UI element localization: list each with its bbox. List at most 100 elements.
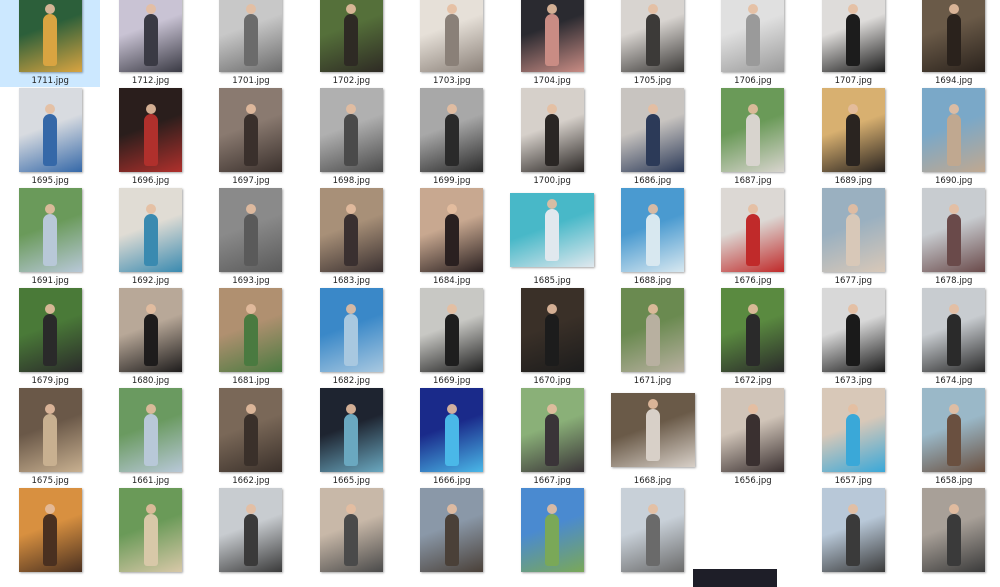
thumbnail-image [510, 193, 595, 267]
file-item[interactable]: 1678.jpg [904, 187, 1000, 287]
file-item[interactable]: 1672.jpg [703, 287, 803, 387]
file-item[interactable]: 1699.jpg [402, 87, 502, 187]
file-item[interactable]: 1711.jpg [0, 0, 101, 87]
figure-body [846, 514, 861, 566]
figure-head [245, 104, 256, 114]
file-item[interactable] [402, 487, 502, 587]
figure-body [344, 114, 359, 166]
thumbnail-image [721, 388, 785, 472]
file-item[interactable]: 1690.jpg [904, 87, 1000, 187]
file-item[interactable] [602, 487, 702, 587]
file-item[interactable]: 1667.jpg [502, 387, 602, 487]
file-item[interactable]: 1688.jpg [602, 187, 702, 287]
file-item[interactable]: 1701.jpg [201, 0, 301, 87]
file-item[interactable]: 1684.jpg [402, 187, 502, 287]
file-item[interactable] [100, 487, 200, 587]
figure-head [948, 504, 959, 514]
thumbnail-image [621, 0, 685, 72]
file-item[interactable] [0, 487, 100, 587]
figure-head [848, 4, 859, 14]
thumbnail-image [219, 88, 283, 172]
thumbnail-image [420, 288, 484, 372]
thumbnail-image [520, 288, 584, 372]
figure-body [43, 14, 58, 66]
thumbnail-image [922, 88, 986, 172]
file-item[interactable]: 1668.jpg [602, 387, 702, 487]
figure-body [444, 414, 459, 466]
thumbnail-image [219, 488, 283, 572]
file-item[interactable] [803, 487, 903, 587]
figure-body [946, 114, 961, 166]
figure-head [647, 399, 658, 409]
file-item[interactable] [904, 487, 1000, 587]
file-item[interactable]: 1702.jpg [301, 0, 401, 87]
figure-body [946, 314, 961, 366]
thumbnail-image [119, 488, 183, 572]
file-item[interactable]: 1685.jpg [502, 187, 602, 287]
figure-body [444, 314, 459, 366]
file-item[interactable]: 1682.jpg [301, 287, 401, 387]
file-item[interactable]: 1675.jpg [0, 387, 100, 487]
thumbnail-image [319, 488, 383, 572]
figure-body [545, 414, 560, 466]
dark-thumbnail-strip [692, 569, 777, 587]
file-item[interactable]: 1677.jpg [803, 187, 903, 287]
thumbnail-image [18, 388, 82, 472]
thumbnail-image [420, 188, 484, 272]
figure-body [946, 214, 961, 266]
thumbnail-image [420, 388, 484, 472]
file-item[interactable]: 1689.jpg [803, 87, 903, 187]
file-item[interactable]: 1676.jpg [703, 187, 803, 287]
file-item[interactable]: 1681.jpg [201, 287, 301, 387]
file-item[interactable]: 1697.jpg [201, 87, 301, 187]
file-item[interactable]: 1712.jpg [100, 0, 200, 87]
file-item[interactable] [201, 487, 301, 587]
file-item[interactable]: 1707.jpg [803, 0, 903, 87]
file-item[interactable]: 1694.jpg [904, 0, 1000, 87]
file-item[interactable]: 1687.jpg [703, 87, 803, 187]
file-item[interactable] [502, 487, 602, 587]
file-item[interactable]: 1674.jpg [904, 287, 1000, 387]
figure-head [45, 204, 56, 214]
figure-head [948, 304, 959, 314]
file-item[interactable]: 1693.jpg [201, 187, 301, 287]
thumbnail-image [621, 288, 685, 372]
file-item[interactable]: 1666.jpg [402, 387, 502, 487]
file-item[interactable]: 1679.jpg [0, 287, 100, 387]
file-item[interactable]: 1706.jpg [703, 0, 803, 87]
file-item[interactable]: 1705.jpg [602, 0, 702, 87]
file-item[interactable]: 1665.jpg [301, 387, 401, 487]
file-item[interactable]: 1680.jpg [100, 287, 200, 387]
file-item[interactable]: 1671.jpg [602, 287, 702, 387]
file-item[interactable] [692, 487, 803, 587]
figure-head [45, 304, 56, 314]
figure-head [747, 104, 758, 114]
file-item[interactable]: 1695.jpg [0, 87, 100, 187]
file-item[interactable]: 1657.jpg [803, 387, 903, 487]
file-item[interactable]: 1661.jpg [100, 387, 200, 487]
thumbnail-image [520, 0, 584, 72]
thumbnail-image [520, 388, 584, 472]
thumbnail-image [621, 488, 685, 572]
file-item[interactable]: 1683.jpg [301, 187, 401, 287]
file-item[interactable]: 1692.jpg [100, 187, 200, 287]
file-item[interactable]: 1696.jpg [100, 87, 200, 187]
file-item[interactable]: 1700.jpg [502, 87, 602, 187]
file-item[interactable]: 1698.jpg [301, 87, 401, 187]
figure-head [145, 204, 156, 214]
file-item[interactable]: 1703.jpg [402, 0, 502, 87]
file-item[interactable]: 1658.jpg [904, 387, 1000, 487]
thumbnail-image [821, 288, 885, 372]
file-item[interactable]: 1662.jpg [201, 387, 301, 487]
file-item[interactable]: 1691.jpg [0, 187, 100, 287]
file-item[interactable]: 1669.jpg [402, 287, 502, 387]
file-item[interactable]: 1670.jpg [502, 287, 602, 387]
figure-head [346, 204, 357, 214]
file-item[interactable]: 1704.jpg [502, 0, 602, 87]
figure-head [446, 404, 457, 414]
file-item[interactable]: 1673.jpg [803, 287, 903, 387]
file-item[interactable]: 1656.jpg [703, 387, 803, 487]
file-item[interactable]: 1686.jpg [602, 87, 702, 187]
thumbnail-image [119, 188, 183, 272]
file-item[interactable] [301, 487, 401, 587]
